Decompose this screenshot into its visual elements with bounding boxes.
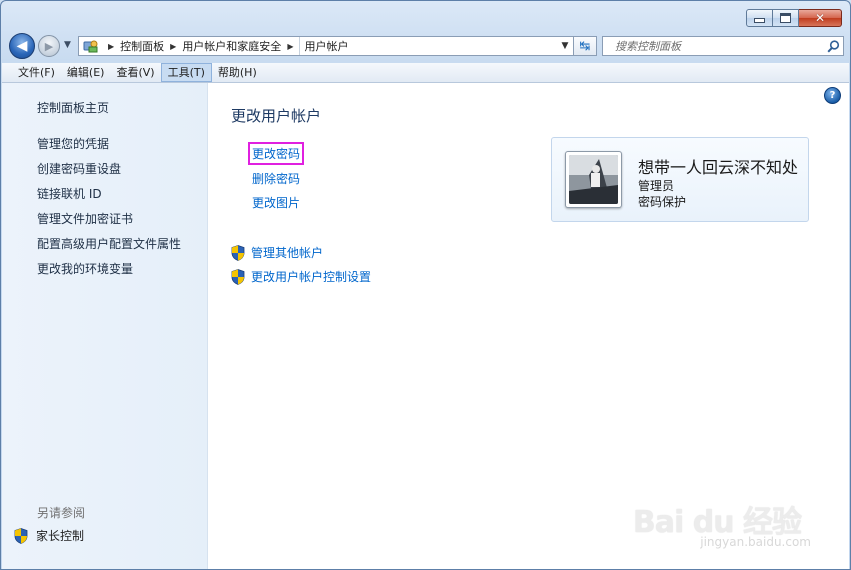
sidebar-link-password-reset-disk[interactable]: 创建密码重设盘 <box>37 160 121 177</box>
sidebar-link-parental-controls[interactable]: 家长控制 <box>14 527 84 544</box>
breadcrumb-control-panel[interactable]: 控制面板 <box>120 38 164 54</box>
task-uac-settings-label: 更改用户帐户控制设置 <box>251 270 372 284</box>
search-box <box>602 36 844 56</box>
sidebar-link-encryption-certs[interactable]: 管理文件加密证书 <box>37 210 133 227</box>
help-button[interactable]: ? <box>824 87 841 104</box>
maximize-icon <box>780 13 791 23</box>
address-dropdown-icon[interactable]: ▼ <box>556 41 574 51</box>
watermark: Bai du 经验 jingyan.baidu.com <box>633 497 811 549</box>
minimize-button[interactable] <box>746 9 773 27</box>
sidebar-link-manage-credentials[interactable]: 管理您的凭据 <box>37 135 109 152</box>
menu-tools[interactable]: 工具(T) <box>160 63 212 82</box>
menu-edit[interactable]: 编辑(E) <box>61 63 111 82</box>
explorer-window: ✕ ◀ ▶ ▼ ▶ 控制面板 ▶ 用户帐户和家庭安全 ▶ 用户帐户 ▼ ↹ 搜索… <box>0 0 851 570</box>
refresh-icon: ↹ <box>579 38 591 54</box>
minimize-icon <box>754 18 765 23</box>
search-icon[interactable] <box>823 39 843 53</box>
breadcrumb-user-accounts[interactable]: 用户帐户 <box>304 38 348 54</box>
recent-pages-dropdown[interactable]: ▼ <box>64 40 71 50</box>
parental-controls-label: 家长控制 <box>36 529 85 543</box>
main-panel: ? 更改用户帐户 更改密码 删除密码 更改图片 管理其他帐户 更改用户帐户控制设… <box>208 83 849 569</box>
task-change-password[interactable]: 更改密码 <box>247 142 305 165</box>
sidebar-link-environment-variables[interactable]: 更改我的环境变量 <box>37 260 133 277</box>
page-title: 更改用户帐户 <box>231 107 322 125</box>
sidebar-link-profile-properties[interactable]: 配置高级用户配置文件属性 <box>37 235 181 252</box>
close-icon: ✕ <box>814 11 826 25</box>
sidebar: 控制面板主页 管理您的凭据 创建密码重设盘 链接联机 ID 管理文件加密证书 配… <box>2 83 208 569</box>
search-input[interactable] <box>603 38 823 54</box>
refresh-button[interactable]: ↹ <box>573 36 597 56</box>
menu-help[interactable]: 帮助(H) <box>212 63 263 82</box>
breadcrumb-chevron-icon[interactable]: ▶ <box>170 42 176 51</box>
task-remove-password[interactable]: 删除密码 <box>252 170 300 187</box>
maximize-button[interactable] <box>773 9 799 27</box>
user-account-card: 想带一人回云深不知处 管理员 密码保护 <box>551 137 809 222</box>
breadcrumb-chevron-icon[interactable]: ▶ <box>108 42 114 51</box>
user-password-status: 密码保护 <box>638 195 687 209</box>
navigation-bar: ◀ ▶ ▼ ▶ 控制面板 ▶ 用户帐户和家庭安全 ▶ 用户帐户 ▼ ↹ <box>9 32 844 60</box>
forward-button[interactable]: ▶ <box>38 35 60 57</box>
watermark-url: jingyan.baidu.com <box>700 535 811 549</box>
task-manage-other-accounts-label: 管理其他帐户 <box>251 246 324 260</box>
menu-view[interactable]: 查看(V) <box>110 63 160 82</box>
close-button[interactable]: ✕ <box>799 9 842 27</box>
control-panel-icon <box>83 39 99 53</box>
avatar <box>565 151 622 208</box>
breadcrumb-user-accounts-family[interactable]: 用户帐户和家庭安全 <box>182 38 281 54</box>
task-uac-settings[interactable]: 更改用户帐户控制设置 <box>231 268 371 285</box>
user-role: 管理员 <box>638 179 675 193</box>
sidebar-link-control-panel-home[interactable]: 控制面板主页 <box>37 99 109 116</box>
task-manage-other-accounts[interactable]: 管理其他帐户 <box>231 244 323 261</box>
uac-shield-icon <box>231 268 245 285</box>
see-also-heading: 另请参阅 <box>37 506 86 520</box>
task-change-picture[interactable]: 更改图片 <box>252 194 300 211</box>
uac-shield-icon <box>231 244 245 261</box>
breadcrumb-chevron-icon[interactable]: ▶ <box>287 42 293 51</box>
uac-shield-icon <box>14 527 28 544</box>
sidebar-link-online-id[interactable]: 链接联机 ID <box>37 185 102 202</box>
user-name: 想带一人回云深不知处 <box>638 158 799 177</box>
back-arrow-icon: ◀ <box>16 38 28 54</box>
menu-file[interactable]: 文件(F) <box>12 63 61 82</box>
back-button[interactable]: ◀ <box>9 33 35 59</box>
caption-buttons: ✕ <box>746 9 842 27</box>
menu-bar: 文件(F) 编辑(E) 查看(V) 工具(T) 帮助(H) <box>2 63 849 83</box>
forward-arrow-icon: ▶ <box>44 39 54 53</box>
user-picture <box>569 155 618 204</box>
address-bar[interactable]: ▶ 控制面板 ▶ 用户帐户和家庭安全 ▶ 用户帐户 ▼ <box>78 36 575 56</box>
